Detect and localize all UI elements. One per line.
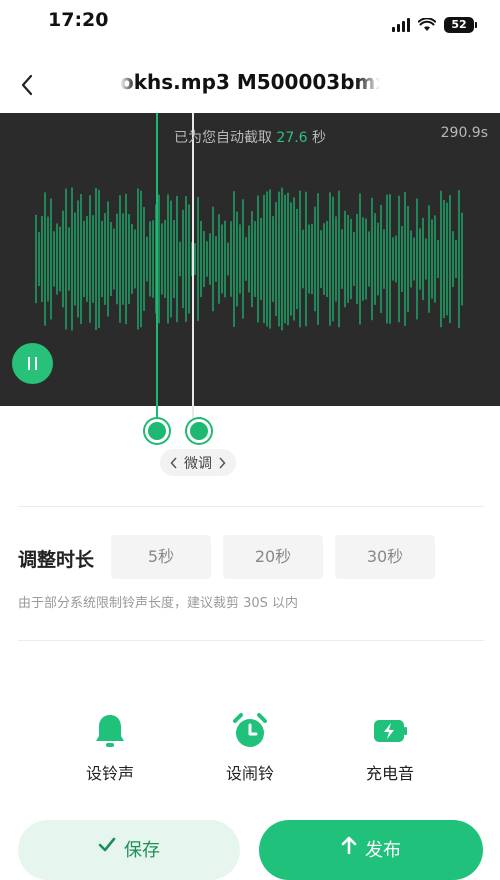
- set-ringtone-label: 设铃声: [85, 764, 134, 783]
- check-icon: [98, 837, 116, 852]
- divider: [18, 640, 484, 641]
- nav-bar: okhs.mp3 M500003bmx: [0, 60, 500, 110]
- waveform-panel[interactable]: 已为您自动截取 27.6 秒 290.9s: [0, 113, 500, 406]
- set-ringtone-button[interactable]: 设铃声: [60, 712, 160, 784]
- fine-tune-button[interactable]: 微调: [160, 449, 236, 476]
- chevron-right-icon: [219, 456, 226, 469]
- fine-tune-label: 微调: [184, 455, 212, 472]
- upload-arrow-icon: [341, 836, 357, 854]
- auto-clip-hint: 已为您自动截取 27.6 秒: [0, 127, 500, 147]
- page-title: okhs.mp3 M500003bmx: [120, 70, 380, 94]
- alarm-clock-icon: [233, 713, 267, 747]
- hint-seconds: 27.6: [276, 130, 308, 146]
- hint-suffix: 秒: [307, 130, 327, 146]
- charging-sound-button[interactable]: 充电音: [340, 712, 440, 784]
- status-icons: 52: [392, 17, 477, 33]
- publish-label: 发布: [365, 840, 401, 861]
- duration-option-20s[interactable]: 20秒: [223, 535, 323, 579]
- back-button[interactable]: [12, 68, 42, 102]
- charging-sound-label: 充电音: [365, 764, 414, 783]
- signal-icon: [392, 18, 410, 32]
- pause-button[interactable]: [12, 343, 53, 384]
- set-alarm-button[interactable]: 设闹铃: [200, 712, 300, 784]
- set-alarm-label: 设闹铃: [225, 764, 274, 783]
- duration-option-30s[interactable]: 30秒: [335, 535, 435, 579]
- bell-icon: [96, 715, 124, 747]
- total-duration: 290.9s: [440, 125, 488, 141]
- chevron-left-icon: [21, 74, 33, 96]
- battery-charging-icon: [374, 720, 407, 742]
- duration-option-5s[interactable]: 5秒: [111, 535, 211, 579]
- adjust-duration-label: 调整时长: [18, 549, 95, 571]
- hint-prefix: 已为您自动截取: [173, 130, 277, 146]
- duration-tip: 由于部分系统限制铃声长度，建议裁剪 30S 以内: [18, 596, 299, 611]
- status-time: 17:20: [48, 9, 109, 31]
- divider: [18, 506, 484, 507]
- chevron-left-icon: [170, 456, 177, 469]
- battery-icon: 52: [444, 17, 477, 33]
- wifi-icon: [418, 18, 436, 31]
- end-handle[interactable]: [187, 419, 211, 443]
- status-bar: 17:20 52: [0, 0, 500, 44]
- start-handle[interactable]: [145, 419, 169, 443]
- save-button[interactable]: 保存: [18, 820, 240, 880]
- publish-button[interactable]: 发布: [259, 820, 483, 880]
- save-label: 保存: [124, 840, 160, 861]
- selection-handles: [0, 406, 500, 446]
- waveform[interactable]: [0, 113, 500, 406]
